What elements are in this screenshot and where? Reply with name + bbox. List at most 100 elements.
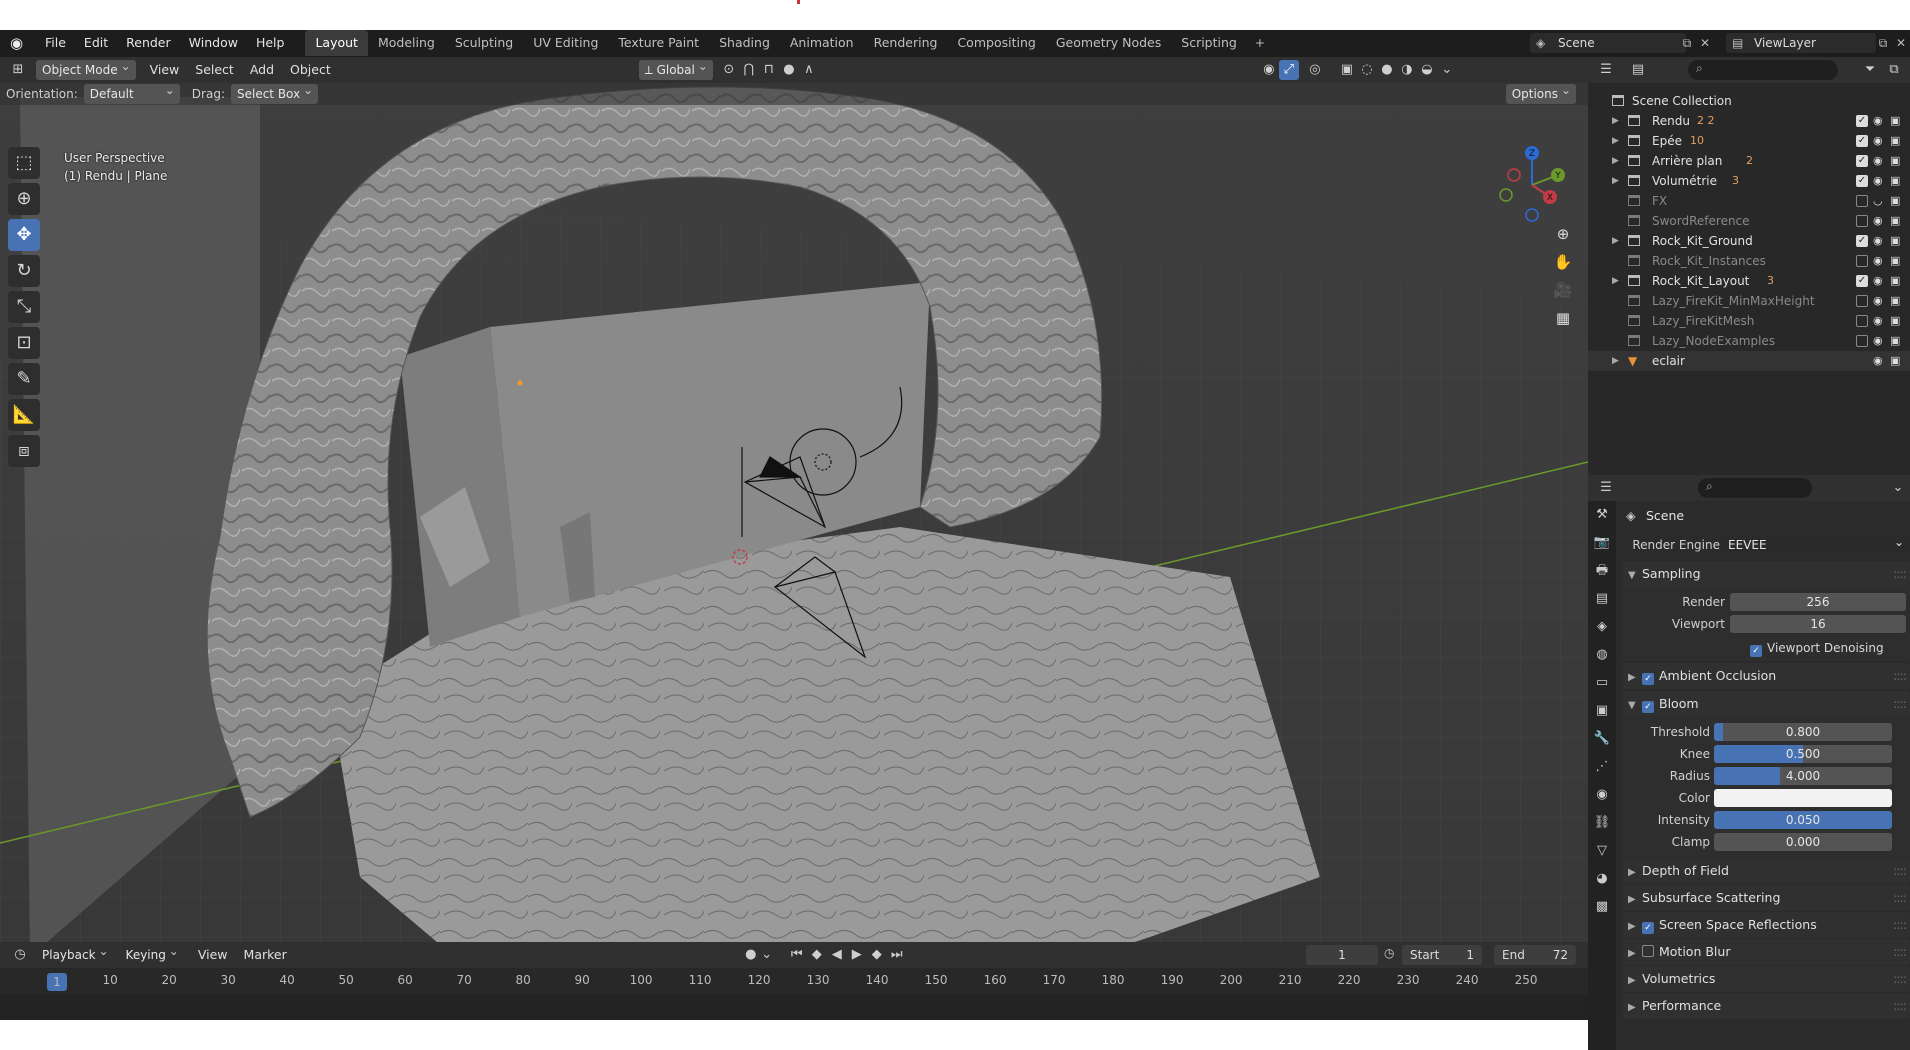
timeline-track[interactable] — [0, 994, 1588, 1020]
ambient-occlusion-panel-header[interactable]: ▶ ✓ Ambient Occlusion:::: — [1622, 663, 1910, 689]
sampling-panel-header[interactable]: ▼ Sampling:::: — [1622, 561, 1910, 587]
pan-hand-icon[interactable]: ✋ — [1548, 253, 1578, 281]
render-camera-icon[interactable]: ▣ — [1890, 111, 1900, 131]
measure-tool-icon[interactable]: 📐 — [8, 399, 40, 431]
playback-menu[interactable]: Playback — [36, 941, 114, 965]
filter-icon[interactable]: ⏷ — [1860, 60, 1880, 80]
exclude-checkbox[interactable] — [1856, 255, 1868, 267]
knee-slider[interactable]: 0.500 — [1714, 745, 1892, 763]
constraints-tab-icon[interactable]: ⛓ — [1588, 809, 1616, 837]
exclude-checkbox[interactable] — [1856, 195, 1868, 207]
outliner-item[interactable]: ▶ Epée 10 ✓ ◉ ▣ — [1588, 131, 1910, 151]
panel-grip-icon[interactable]: :::: — [1893, 885, 1907, 911]
tab-uv-editing[interactable]: UV Editing — [523, 30, 608, 56]
eye-icon[interactable]: ◉ — [1873, 311, 1883, 331]
intensity-slider[interactable]: 0.050 — [1714, 811, 1892, 829]
outliner-item[interactable]: FX ◡ ▣ — [1588, 191, 1910, 211]
add-workspace-icon[interactable]: + — [1247, 30, 1273, 56]
scale-tool-icon[interactable]: ⤡ — [8, 291, 40, 323]
new-scene-icon[interactable]: ⧉ — [1678, 33, 1696, 53]
render-camera-icon[interactable]: ▣ — [1890, 291, 1900, 311]
new-viewlayer-icon[interactable]: ⧉ — [1874, 33, 1892, 53]
current-frame-field[interactable]: 1 — [1306, 945, 1378, 965]
eye-icon[interactable]: ◉ — [1873, 331, 1883, 351]
expand-arrow-icon[interactable]: ▶ — [1612, 271, 1619, 291]
play-reverse-icon[interactable]: ◀ — [827, 945, 847, 965]
tab-layout[interactable]: Layout — [305, 30, 368, 56]
eye-icon[interactable]: ◉ — [1873, 131, 1883, 151]
outliner-item[interactable]: ▶ Rendu 2 2 ✓ ◉ ▣ — [1588, 111, 1910, 131]
editor-type-icon[interactable]: ⊞ — [8, 60, 28, 80]
properties-options-icon[interactable]: ⌄ — [1888, 478, 1908, 498]
bloom-color-swatch[interactable] — [1714, 789, 1892, 807]
keying-menu[interactable]: Keying — [120, 941, 184, 965]
timeline-ruler[interactable]: 1 10 20 30 40 50 60 70 80 90 100 110 120 130 140 150 160… — [0, 968, 1588, 994]
transform-orientation-dropdown[interactable]: ⟂ Global — [638, 57, 713, 80]
eye-icon[interactable]: ◉ — [1873, 291, 1883, 311]
tab-geometry-nodes[interactable]: Geometry Nodes — [1046, 30, 1171, 56]
close-viewlayer-icon[interactable]: ✕ — [1892, 33, 1910, 53]
transform-tool-icon[interactable]: ⊡ — [8, 327, 40, 359]
ortho-grid-icon[interactable]: ▦ — [1548, 309, 1578, 337]
render-tab-icon[interactable]: 📷 — [1588, 529, 1616, 557]
render-camera-icon[interactable]: ▣ — [1890, 231, 1900, 251]
xray-icon[interactable]: ▣ — [1337, 60, 1357, 80]
ao-grip-icon[interactable]: :::: — [1893, 663, 1907, 689]
eye-icon[interactable]: ◉ — [1873, 251, 1883, 271]
add-cube-tool-icon[interactable]: ⧈ — [8, 435, 40, 467]
proportional-edit-icon[interactable]: ● — [779, 60, 799, 80]
blender-logo-icon[interactable]: ◉ — [10, 35, 30, 51]
tab-shading[interactable]: Shading — [709, 30, 780, 56]
render-camera-icon[interactable]: ▣ — [1890, 311, 1900, 331]
ao-checkbox[interactable]: ✓ — [1642, 673, 1654, 685]
visibility-icon[interactable]: ◉ — [1259, 60, 1279, 80]
viewport-samples-field[interactable]: 16 — [1730, 615, 1906, 633]
sampling-grip-icon[interactable]: :::: — [1893, 561, 1907, 587]
render-samples-field[interactable]: 256 — [1730, 593, 1906, 611]
collection-tab-icon[interactable]: ▭ — [1588, 669, 1616, 697]
jump-end-icon[interactable]: ⏭ — [887, 945, 907, 965]
physics-tab-icon[interactable]: ◉ — [1588, 781, 1616, 809]
render-camera-icon[interactable]: ▣ — [1890, 251, 1900, 271]
outliner-item[interactable]: Lazy_FireKitMesh ◉ ▣ — [1588, 311, 1910, 331]
new-collection-icon[interactable]: ⧉ — [1884, 60, 1904, 80]
viewlayer-selector[interactable]: ▤ ViewLayer — [1726, 33, 1876, 53]
collapsed-panel-header[interactable]: ▶ Volumetrics:::: — [1622, 966, 1910, 992]
expand-arrow-icon[interactable]: ▶ — [1612, 231, 1619, 251]
panel-checkbox[interactable] — [1642, 945, 1654, 957]
snap-icon[interactable]: ⋂ — [739, 60, 759, 80]
render-engine-dropdown[interactable]: EEVEE ⌄ — [1722, 535, 1910, 554]
exclude-checkbox[interactable]: ✓ — [1856, 275, 1868, 287]
drag-dropdown[interactable]: Select Box — [230, 80, 319, 104]
clamp-field[interactable]: 0.000 — [1714, 833, 1892, 851]
collapsed-panel-header[interactable]: ▶ Performance:::: — [1622, 993, 1910, 1019]
scene-selector[interactable]: ◈ Scene — [1530, 33, 1686, 53]
exclude-checkbox[interactable] — [1856, 215, 1868, 227]
radius-slider[interactable]: 4.000 — [1714, 767, 1892, 785]
bloom-checkbox[interactable]: ✓ — [1642, 701, 1654, 713]
close-scene-icon[interactable]: ✕ — [1696, 33, 1714, 53]
tool-tab-icon[interactable]: ⚒ — [1588, 501, 1616, 529]
solid-shading-icon[interactable]: ● — [1377, 60, 1397, 80]
panel-grip-icon[interactable]: :::: — [1893, 939, 1907, 965]
next-keyframe-icon[interactable]: ◆ — [867, 945, 887, 965]
pivot-icon[interactable]: ⊙ — [719, 60, 739, 80]
tab-rendering[interactable]: Rendering — [864, 30, 948, 56]
object-tab-icon[interactable]: ▣ — [1588, 697, 1616, 725]
exclude-checkbox[interactable]: ✓ — [1856, 135, 1868, 147]
panel-grip-icon[interactable]: :::: — [1893, 912, 1907, 938]
tab-compositing[interactable]: Compositing — [947, 30, 1045, 56]
snap-target-icon[interactable]: ⊓ — [759, 60, 779, 80]
eye-icon[interactable]: ◉ — [1873, 151, 1883, 171]
expand-arrow-icon[interactable]: ▶ — [1612, 351, 1619, 371]
panel-checkbox[interactable]: ✓ — [1642, 922, 1654, 934]
menu-edit[interactable]: Edit — [75, 30, 117, 56]
properties-editor-type-icon[interactable]: ☰ — [1596, 478, 1616, 498]
record-icon[interactable]: ● — [741, 945, 761, 965]
eye-icon[interactable]: ◉ — [1873, 231, 1883, 251]
exclude-checkbox[interactable] — [1856, 315, 1868, 327]
timeline-marker-menu[interactable]: Marker — [236, 942, 295, 968]
orientation-dropdown[interactable]: Default — [83, 80, 180, 104]
start-frame-field[interactable]: Start 1 — [1402, 945, 1482, 965]
exclude-checkbox[interactable] — [1856, 295, 1868, 307]
